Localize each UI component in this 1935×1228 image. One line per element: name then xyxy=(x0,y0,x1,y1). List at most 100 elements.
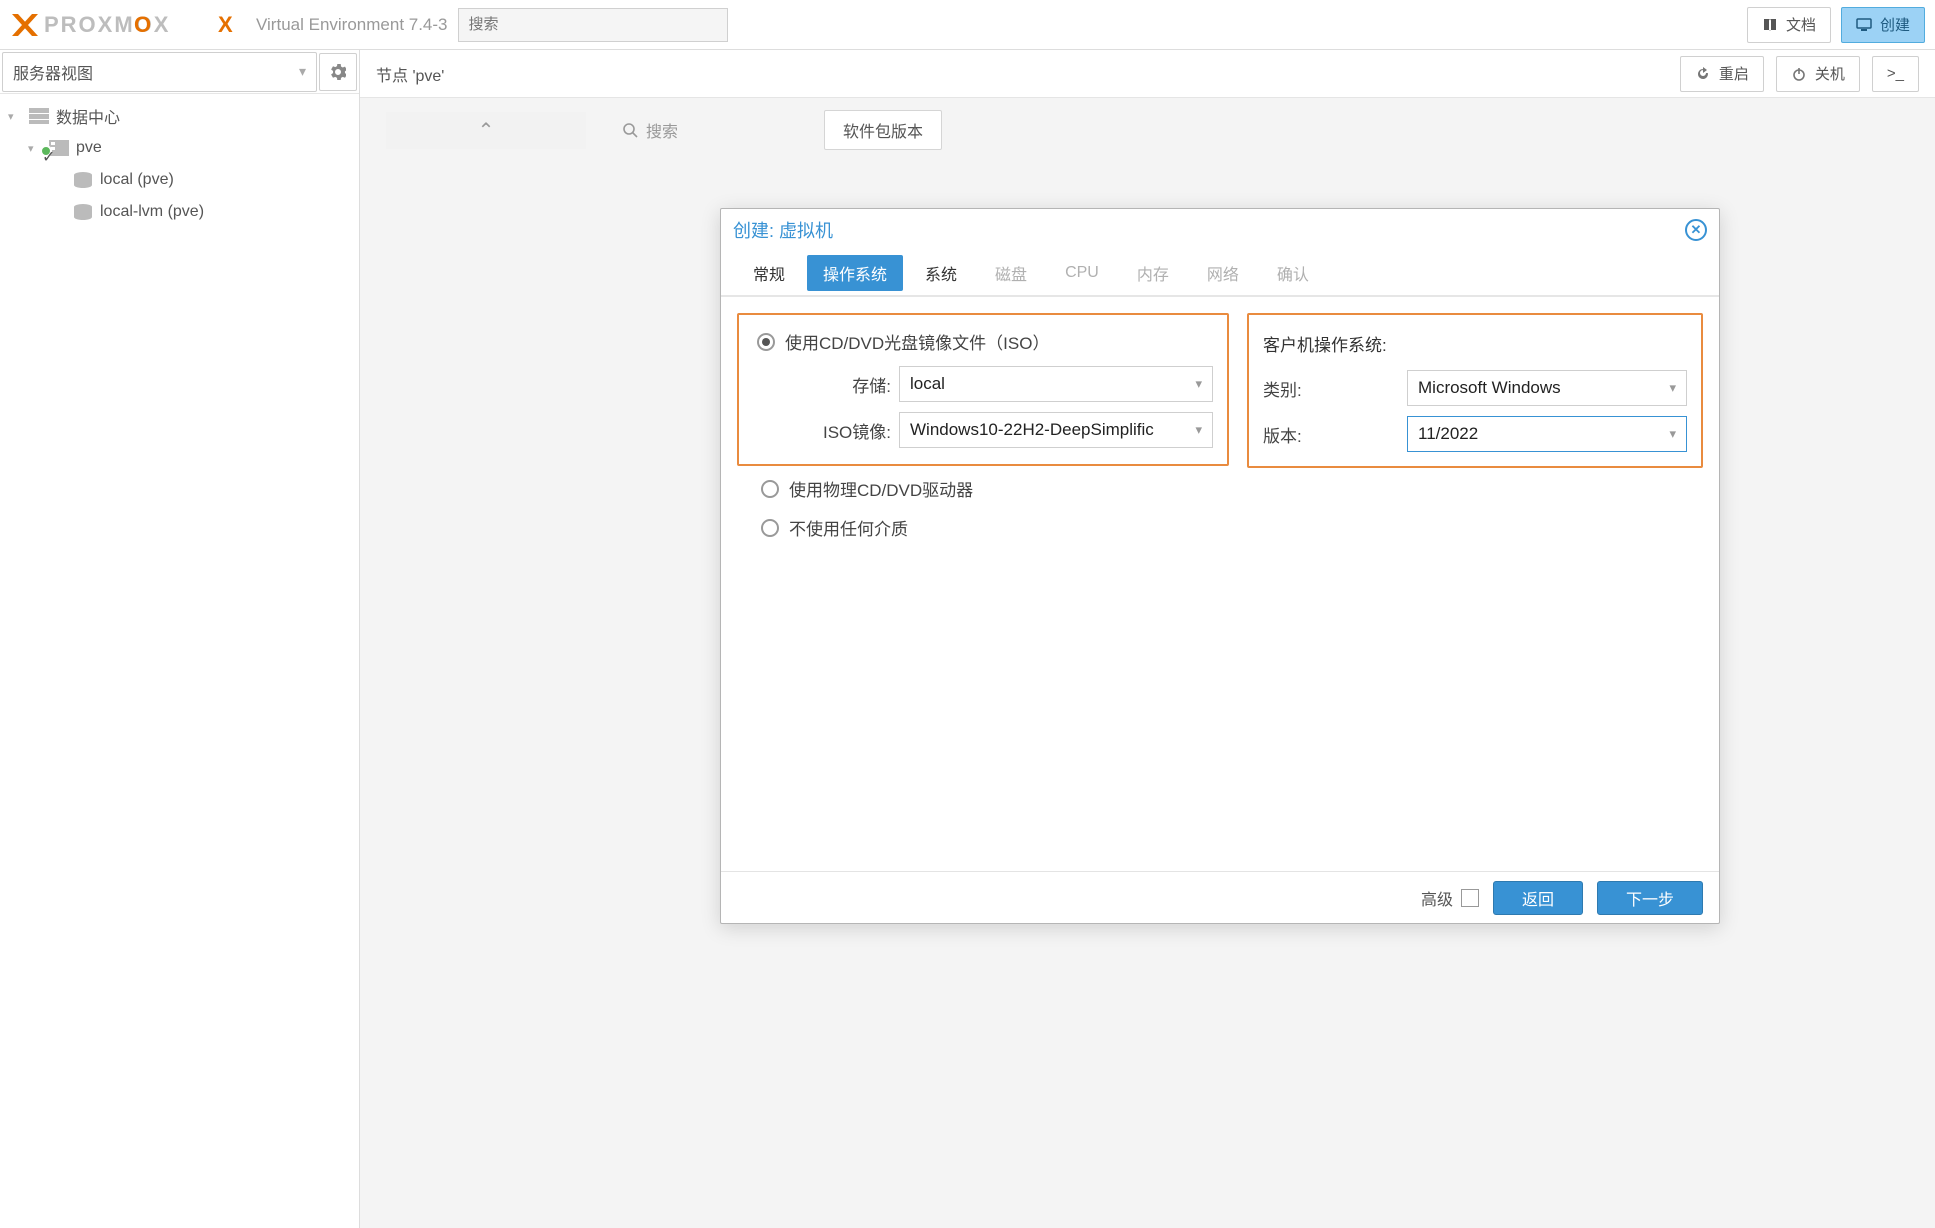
storage-icon xyxy=(72,203,94,221)
guest-version-select[interactable]: 11/2022 ▾ xyxy=(1407,416,1687,452)
iso-label: ISO镜像: xyxy=(753,418,891,443)
chevron-down-icon: ▾ xyxy=(299,63,306,80)
sidebar: 服务器视图 ▾ ▾ 数据中心 ▾ ✓ pve xyxy=(0,50,360,1228)
tab-memory-label: 内存 xyxy=(1137,261,1169,285)
shell-button[interactable]: >_ xyxy=(1872,56,1919,92)
tree-item-node-pve[interactable]: ▾ ✓ pve xyxy=(0,132,359,164)
guest-version-row: 版本: 11/2022 ▾ xyxy=(1263,416,1687,452)
view-mode-label: 服务器视图 xyxy=(13,60,93,84)
create-button-label: 创建 xyxy=(1880,14,1910,35)
chevron-down-icon: ▾ xyxy=(1669,426,1676,442)
guest-type-value: Microsoft Windows xyxy=(1418,378,1561,398)
tab-system[interactable]: 系统 xyxy=(909,255,973,291)
guest-version-label: 版本: xyxy=(1263,422,1399,447)
restart-button[interactable]: 重启 xyxy=(1680,56,1764,92)
tab-disks-label: 磁盘 xyxy=(995,261,1027,285)
server-icon xyxy=(28,107,50,125)
dialog-body: 使用CD/DVD光盘镜像文件（ISO） 存储: local ▾ ISO镜像: xyxy=(721,297,1719,871)
tree-label-locallvm: local-lvm (pve) xyxy=(100,203,204,221)
content-subbar: ⌃ 搜索 软件包版本 xyxy=(360,98,1935,150)
iso-select[interactable]: Windows10-22H2-DeepSimplific ▾ xyxy=(899,412,1213,448)
next-button-label: 下一步 xyxy=(1626,886,1674,910)
search-icon xyxy=(622,122,638,138)
tree-label-datacenter: 数据中心 xyxy=(56,104,120,128)
dialog-close-button[interactable]: ✕ xyxy=(1685,219,1707,241)
view-mode-select[interactable]: 服务器视图 ▾ xyxy=(2,52,317,92)
radio-unselected-icon xyxy=(761,480,779,498)
status-online-icon: ✓ xyxy=(40,145,52,157)
other-media-options: 使用物理CD/DVD驱动器 不使用任何介质 xyxy=(757,476,1229,540)
radio-no-media[interactable]: 不使用任何介质 xyxy=(761,515,1229,540)
iso-row: ISO镜像: Windows10-22H2-DeepSimplific ▾ xyxy=(753,412,1213,448)
back-button[interactable]: 返回 xyxy=(1493,881,1583,915)
storage-label: 存储: xyxy=(753,372,891,397)
server-node-icon: ✓ xyxy=(48,139,70,157)
tree-item-storage-locallvm[interactable]: local-lvm (pve) xyxy=(0,196,359,228)
node-title: 节点 'pve' xyxy=(376,62,444,86)
monitor-icon xyxy=(1856,17,1872,33)
guest-type-select[interactable]: Microsoft Windows ▾ xyxy=(1407,370,1687,406)
guest-type-row: 类别: Microsoft Windows ▾ xyxy=(1263,370,1687,406)
sidebar-view-head: 服务器视图 ▾ xyxy=(0,50,359,94)
package-versions-label: 软件包版本 xyxy=(843,124,923,141)
tree-item-datacenter[interactable]: ▾ 数据中心 xyxy=(0,100,359,132)
radio-no-media-label: 不使用任何介质 xyxy=(789,515,908,540)
radio-physical-drive[interactable]: 使用物理CD/DVD驱动器 xyxy=(761,476,1229,501)
close-icon: ✕ xyxy=(1691,222,1702,238)
app-version: Virtual Environment 7.4-3 xyxy=(256,15,448,35)
resource-tree: ▾ 数据中心 ▾ ✓ pve local (pve) xyxy=(0,94,359,234)
create-vm-dialog: 创建: 虚拟机 ✕ 常规 操作系统 系统 磁盘 CPU 内存 网络 确认 xyxy=(720,208,1720,924)
tab-network: 网络 xyxy=(1191,255,1255,291)
create-button[interactable]: 创建 xyxy=(1841,7,1925,43)
storage-row: 存储: local ▾ xyxy=(753,366,1213,402)
power-icon xyxy=(1791,66,1807,82)
wizard-tabs: 常规 操作系统 系统 磁盘 CPU 内存 网络 确认 xyxy=(721,251,1719,297)
radio-unselected-icon xyxy=(761,519,779,537)
radio-use-iso[interactable]: 使用CD/DVD光盘镜像文件（ISO） xyxy=(757,329,1213,354)
advanced-toggle[interactable]: 高级 xyxy=(1421,886,1479,910)
chevron-up-icon[interactable]: ⌃ xyxy=(386,112,586,149)
global-search-input[interactable] xyxy=(458,8,728,42)
restart-button-label: 重启 xyxy=(1719,63,1749,84)
gear-icon xyxy=(330,64,346,80)
app-header: PROXMOX O X Virtual Environment 7.4-3 文档… xyxy=(0,0,1935,50)
tab-general[interactable]: 常规 xyxy=(737,255,801,291)
tab-cpu-label: CPU xyxy=(1065,264,1099,282)
tab-system-label: 系统 xyxy=(925,261,957,285)
guest-version-value: 11/2022 xyxy=(1418,424,1478,444)
reload-icon xyxy=(1695,66,1711,82)
shell-button-label: >_ xyxy=(1887,65,1904,82)
back-button-label: 返回 xyxy=(1522,886,1554,910)
content-area: 节点 'pve' 重启 关机 >_ ⌃ 搜索 软件包版本 xyxy=(360,50,1935,1228)
shutdown-button[interactable]: 关机 xyxy=(1776,56,1860,92)
tree-label-pve: pve xyxy=(76,139,102,157)
guest-type-label: 类别: xyxy=(1263,376,1399,401)
chevron-down-icon: ▾ xyxy=(1195,376,1202,392)
tab-memory: 内存 xyxy=(1121,255,1185,291)
guest-os-panel: 客户机操作系统: 类别: Microsoft Windows ▾ 版本: 11/… xyxy=(1247,313,1703,468)
book-icon xyxy=(1762,17,1778,33)
docs-button-label: 文档 xyxy=(1786,14,1816,35)
dialog-titlebar: 创建: 虚拟机 ✕ xyxy=(721,209,1719,251)
tab-cpu: CPU xyxy=(1049,255,1115,291)
radio-physical-label: 使用物理CD/DVD驱动器 xyxy=(789,476,973,501)
storage-select[interactable]: local ▾ xyxy=(899,366,1213,402)
iso-value: Windows10-22H2-DeepSimplific xyxy=(910,420,1154,440)
tab-confirm: 确认 xyxy=(1261,255,1325,291)
docs-button[interactable]: 文档 xyxy=(1747,7,1831,43)
tree-label-local: local (pve) xyxy=(100,171,174,189)
sidebar-settings-button[interactable] xyxy=(319,53,357,91)
content-search[interactable]: 搜索 xyxy=(622,118,678,142)
brand-logo: PROXMOX O X xyxy=(10,10,240,40)
tab-general-label: 常规 xyxy=(753,261,785,285)
chevron-down-icon: ▾ xyxy=(1195,422,1202,438)
svg-text:PROXMOX: PROXMOX xyxy=(44,12,170,37)
tab-confirm-label: 确认 xyxy=(1277,261,1309,285)
tab-os[interactable]: 操作系统 xyxy=(807,255,903,291)
next-button[interactable]: 下一步 xyxy=(1597,881,1703,915)
package-versions-button[interactable]: 软件包版本 xyxy=(824,110,942,150)
tree-item-storage-local[interactable]: local (pve) xyxy=(0,164,359,196)
shutdown-button-label: 关机 xyxy=(1815,63,1845,84)
content-toolbar: 节点 'pve' 重启 关机 >_ xyxy=(360,50,1935,98)
storage-icon xyxy=(72,171,94,189)
